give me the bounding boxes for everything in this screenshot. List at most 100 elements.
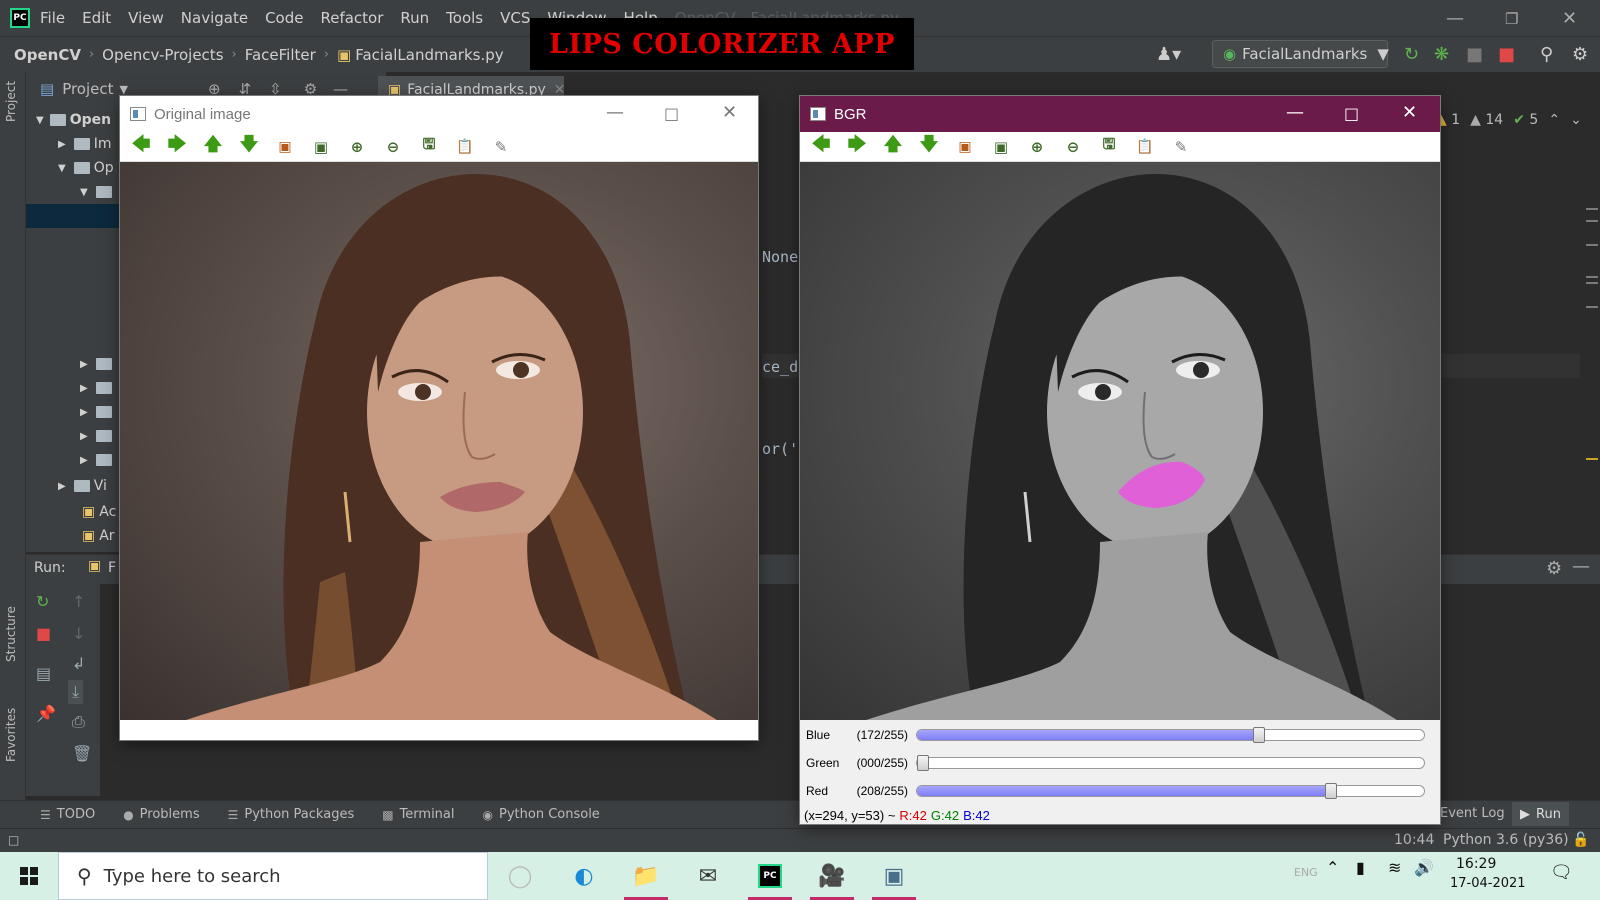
green-trackbar[interactable] bbox=[916, 755, 1425, 771]
event-log-button[interactable]: Event Log bbox=[1440, 806, 1505, 821]
edge-browser-icon[interactable]: ◐ bbox=[556, 852, 612, 900]
dropdown-arrow-icon[interactable]: ▼ bbox=[120, 83, 128, 96]
battery-icon[interactable]: ▮ bbox=[1356, 858, 1365, 877]
ide-minimize-icon[interactable]: — bbox=[1446, 8, 1464, 29]
bgr-photo[interactable] bbox=[800, 162, 1440, 720]
gear-icon[interactable]: ⚙ bbox=[1546, 558, 1562, 579]
red-trackbar[interactable] bbox=[916, 783, 1425, 799]
ide-close-icon[interactable]: ✕ bbox=[1562, 8, 1577, 29]
copy-icon[interactable]: 📋 bbox=[1134, 136, 1156, 158]
zoom-out-icon[interactable]: ⊖ bbox=[1062, 136, 1084, 158]
ide-restore-icon[interactable]: ❐ bbox=[1505, 10, 1518, 28]
start-button[interactable] bbox=[0, 852, 58, 900]
hide-panel-icon[interactable]: — bbox=[1572, 556, 1590, 577]
file-explorer-icon[interactable]: 📁 bbox=[618, 852, 674, 900]
taskbar-search-box[interactable]: ⚲ Type here to search bbox=[58, 852, 488, 900]
zoom-in-icon[interactable]: ⊕ bbox=[346, 136, 368, 158]
green-trackbar-thumb[interactable] bbox=[917, 755, 929, 771]
tree-item[interactable]: ▶ bbox=[26, 424, 122, 448]
menu-run[interactable]: Run bbox=[400, 9, 429, 27]
tree-item[interactable]: ▶ Vi bbox=[26, 474, 122, 498]
layout-icon[interactable]: ▤ bbox=[36, 664, 51, 683]
close-icon[interactable]: ✕ bbox=[722, 102, 737, 123]
stop-icon[interactable]: ■ bbox=[1498, 44, 1515, 65]
minimize-icon[interactable]: — bbox=[606, 102, 624, 123]
pan-right-icon[interactable]: 🡆 bbox=[166, 134, 188, 158]
tree-item[interactable]: ▶ bbox=[26, 448, 122, 472]
tree-item[interactable]: ▼ bbox=[26, 180, 122, 204]
lock-icon[interactable]: 🔓 bbox=[1572, 832, 1589, 848]
scroll-to-end-icon[interactable]: ⤓ bbox=[68, 680, 84, 704]
bgr-window-titlebar[interactable]: BGR — □ ✕ bbox=[800, 96, 1440, 132]
breadcrumb-file[interactable]: FacialLandmarks.py bbox=[355, 46, 503, 64]
tree-item-selected[interactable] bbox=[26, 204, 122, 228]
project-side-tab[interactable]: Project bbox=[4, 81, 18, 122]
arrow-down-icon[interactable]: ↓ bbox=[72, 624, 85, 643]
pycharm-taskbar-icon[interactable]: PC bbox=[742, 852, 798, 900]
zoom-fit-icon[interactable]: ▣ bbox=[310, 136, 332, 158]
tree-item[interactable]: ▶ Im bbox=[26, 132, 122, 156]
zoom-in-icon[interactable]: ⊕ bbox=[1026, 136, 1048, 158]
tree-item[interactable]: ▶ bbox=[26, 352, 122, 376]
tree-item[interactable]: ▶ bbox=[26, 376, 122, 400]
mail-icon[interactable]: ✉ bbox=[680, 852, 736, 900]
pycharm-logo-icon[interactable]: PC bbox=[10, 8, 30, 28]
volume-icon[interactable]: 🔊 bbox=[1414, 858, 1434, 877]
language-indicator[interactable]: ENG bbox=[1294, 866, 1318, 879]
task-view-icon[interactable]: ◯ bbox=[492, 852, 548, 900]
terminal-button[interactable]: ▩ Terminal bbox=[382, 807, 454, 822]
tree-item[interactable]: ▶ bbox=[26, 400, 122, 424]
tree-item[interactable]: ▣ Ac bbox=[26, 500, 122, 524]
chevron-up-icon[interactable]: ⌃ bbox=[1326, 858, 1339, 877]
zoom-original-icon[interactable]: ▣ bbox=[274, 136, 296, 158]
chevron-up-icon[interactable]: ⌃ bbox=[1548, 112, 1560, 128]
caret-position[interactable]: 10:44 bbox=[1394, 832, 1434, 848]
pan-left-icon[interactable]: 🡄 bbox=[810, 134, 832, 158]
structure-side-tab[interactable]: Structure bbox=[4, 606, 18, 662]
close-icon[interactable]: ✕ bbox=[1402, 102, 1417, 123]
wifi-icon[interactable]: ≋ bbox=[1388, 858, 1401, 877]
blue-trackbar-thumb[interactable] bbox=[1252, 727, 1265, 743]
pin-icon[interactable]: 📌 bbox=[36, 704, 56, 723]
tree-item[interactable]: ▣ Ar bbox=[26, 524, 122, 548]
menu-edit[interactable]: Edit bbox=[82, 9, 111, 27]
todo-button[interactable]: ☰ TODO bbox=[40, 807, 95, 822]
inspection-widget[interactable]: ▲ 1 ▲ 14 ✔ 5 ⌃ ⌄ bbox=[1436, 112, 1582, 128]
pan-down-icon[interactable]: 🡇 bbox=[238, 134, 260, 158]
run-configuration-select[interactable]: ◉ FacialLandmarks ▼ bbox=[1212, 40, 1389, 68]
rerun-icon[interactable]: ↻ bbox=[1404, 44, 1419, 65]
gear-icon[interactable]: ⚙ bbox=[1572, 44, 1588, 65]
run-tab-label[interactable]: F bbox=[108, 560, 116, 576]
red-trackbar-thumb[interactable] bbox=[1324, 783, 1337, 799]
breadcrumb-folder[interactable]: Opencv-Projects bbox=[102, 46, 223, 64]
problems-button[interactable]: ● Problems bbox=[123, 807, 199, 822]
trash-icon[interactable]: 🗑 bbox=[72, 744, 92, 763]
original-photo[interactable] bbox=[120, 162, 758, 720]
project-panel-title[interactable]: Project bbox=[62, 80, 113, 98]
python-packages-button[interactable]: ☰ Python Packages bbox=[228, 807, 355, 822]
rerun-icon[interactable]: ↻ bbox=[36, 592, 49, 611]
pan-right-icon[interactable]: 🡆 bbox=[846, 134, 868, 158]
python-console-button[interactable]: ◉ Python Console bbox=[483, 807, 600, 822]
user-icon[interactable]: ♟▾ bbox=[1156, 44, 1181, 65]
pan-up-icon[interactable]: 🡅 bbox=[202, 134, 224, 158]
properties-icon[interactable]: ✎ bbox=[490, 136, 512, 158]
breadcrumb-project[interactable]: OpenCV bbox=[14, 46, 81, 64]
properties-icon[interactable]: ✎ bbox=[1170, 136, 1192, 158]
zoom-out-icon[interactable]: ⊖ bbox=[382, 136, 404, 158]
editor-scroll-gutter[interactable] bbox=[1580, 106, 1600, 552]
interpreter-label[interactable]: Python 3.6 (py36) bbox=[1443, 832, 1569, 848]
taskbar-time[interactable]: 16:29 bbox=[1456, 856, 1496, 872]
maximize-icon[interactable]: □ bbox=[1344, 104, 1359, 123]
menu-view[interactable]: View bbox=[128, 9, 164, 27]
taskbar-date[interactable]: 17-04-2021 bbox=[1450, 876, 1526, 891]
debug-bug-icon[interactable]: ❋ bbox=[1434, 44, 1449, 65]
minimize-icon[interactable]: — bbox=[1286, 102, 1304, 123]
zoom-original-icon[interactable]: ▣ bbox=[954, 136, 976, 158]
zoom-fit-icon[interactable]: ▣ bbox=[990, 136, 1012, 158]
favorites-side-tab[interactable]: Favorites bbox=[4, 708, 18, 762]
breadcrumb-subfolder[interactable]: FaceFilter bbox=[245, 46, 316, 64]
notifications-icon[interactable]: 🗨 bbox=[1550, 862, 1573, 883]
toggle-tool-windows-icon[interactable]: □ bbox=[8, 833, 19, 847]
menu-file[interactable]: File bbox=[40, 9, 65, 27]
